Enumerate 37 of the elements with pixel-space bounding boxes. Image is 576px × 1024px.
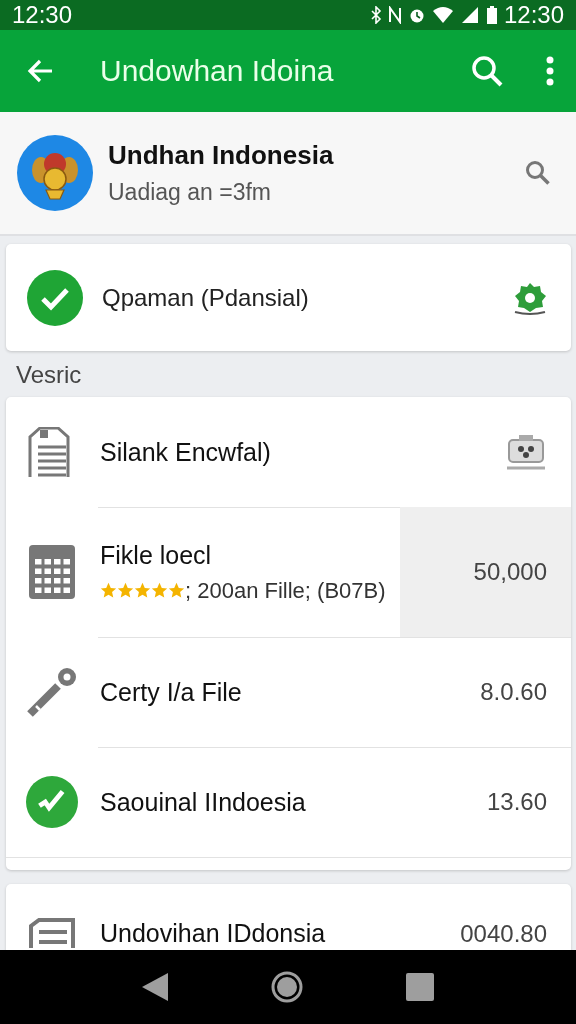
status-card[interactable]: Qpaman (Pdansial)	[6, 244, 571, 351]
calendar-icon	[29, 545, 75, 599]
row-title: Silank Encwfal)	[100, 437, 272, 467]
row-subtitle: ; 200an Fille; (B07B)	[185, 577, 386, 604]
list-row[interactable]: Saouinal IIndoesia 13.60	[6, 747, 571, 858]
recents-square-icon[interactable]	[405, 972, 435, 1002]
row-title: Fikle loecl	[100, 540, 213, 570]
nfc-icon	[387, 6, 402, 24]
profile-name: Undhan Indonesia	[108, 140, 335, 171]
row-value: 0040.80	[460, 920, 547, 948]
back-triangle-icon[interactable]	[141, 972, 169, 1002]
search-icon[interactable]	[524, 159, 552, 187]
status-label: Qpaman (Pdansial)	[102, 283, 310, 312]
check-circle-icon	[26, 775, 78, 829]
search-icon[interactable]	[470, 54, 504, 88]
home-circle-icon[interactable]	[271, 971, 303, 1003]
row-value: 8.0.60	[480, 678, 547, 706]
wifi-icon	[431, 6, 454, 24]
status-time: 12:30	[12, 1, 73, 29]
section-title: Vesric	[15, 360, 83, 390]
emblem-avatar-icon	[16, 134, 94, 212]
status-time: 12:30	[503, 1, 564, 29]
profile-subtitle: Uadiag an =3fm	[108, 179, 273, 206]
list-row[interactable]: Silank Encwfal)	[6, 397, 571, 507]
document-icon	[29, 918, 75, 948]
row-value: 50,000	[473, 558, 547, 586]
list-row[interactable]: Certy I/a File 8.0.60	[6, 637, 571, 747]
row-title: Certy I/a File	[100, 677, 243, 707]
app-title: Undowhan Idoina	[100, 54, 335, 88]
bluetooth-icon	[369, 6, 382, 24]
row-title: Undovihan IDdonsia	[100, 919, 327, 948]
more-options-icon[interactable]	[546, 56, 554, 86]
list-row[interactable]: Fikle loecl ; 200an Fille; (B07B) 50,000	[6, 507, 571, 637]
row-value: 13.60	[486, 788, 547, 816]
device-icon[interactable]	[505, 434, 547, 470]
battery-icon	[485, 5, 498, 25]
row-title: Saouinal IIndoesia	[100, 787, 307, 817]
